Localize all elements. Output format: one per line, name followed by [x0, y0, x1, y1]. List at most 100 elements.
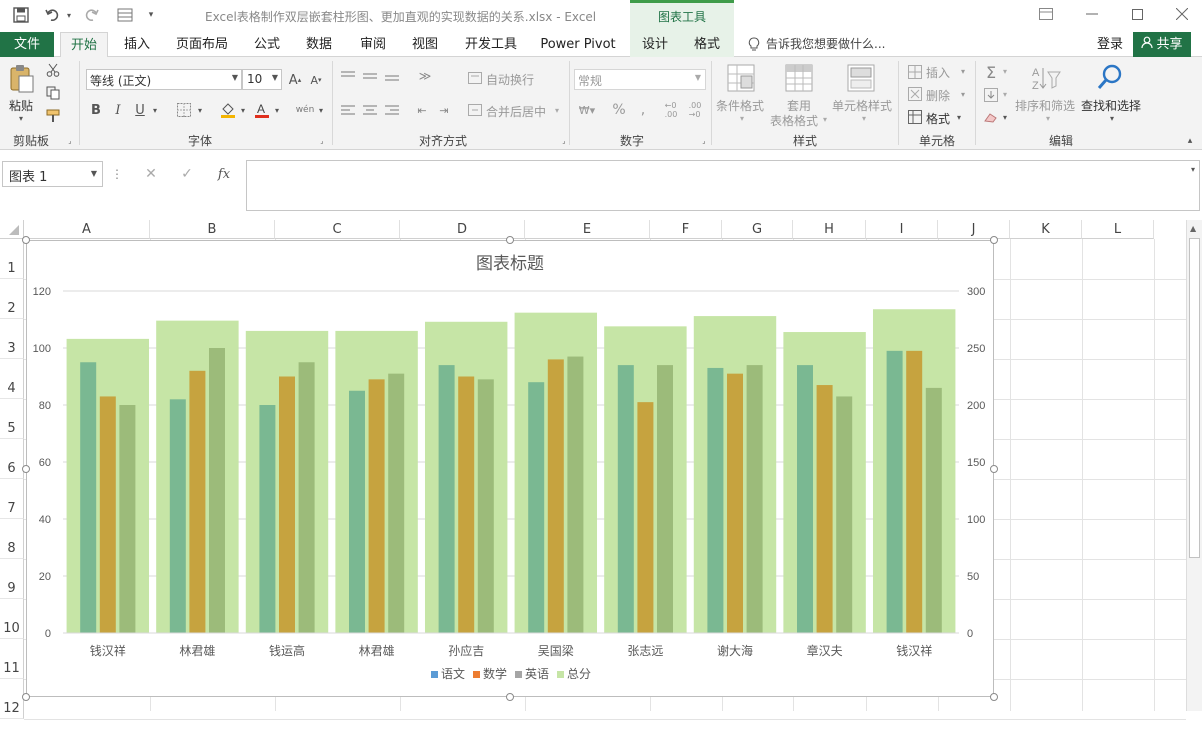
conditional-format-button[interactable]: 条件格式: [716, 97, 764, 114]
search-icon[interactable]: [1094, 61, 1126, 93]
column-header[interactable]: E: [525, 220, 650, 239]
merge-center-button[interactable]: 合并后居中: [486, 103, 546, 120]
delete-cells-button[interactable]: 删除: [926, 87, 950, 104]
row-header[interactable]: 4: [0, 359, 24, 399]
chart-resize-handle[interactable]: [22, 236, 30, 244]
form-icon[interactable]: [114, 4, 136, 26]
align-middle-icon[interactable]: [360, 67, 380, 85]
number-format-select[interactable]: 常规 ▼: [574, 69, 706, 90]
font-name-select[interactable]: 等线 (正文) ▼: [86, 69, 242, 90]
login-link[interactable]: 登录: [1092, 32, 1128, 57]
share-button[interactable]: 共享: [1133, 32, 1191, 57]
vertical-scrollbar[interactable]: ▲: [1186, 220, 1202, 711]
row-header[interactable]: 6: [0, 439, 24, 479]
decrease-indent-icon[interactable]: ⇤: [412, 101, 432, 119]
column-header[interactable]: F: [650, 220, 722, 239]
increase-indent-icon[interactable]: ⇥: [434, 101, 454, 119]
maximize-icon[interactable]: [1127, 5, 1147, 23]
sort-filter-button[interactable]: 排序和筛选: [1015, 97, 1075, 114]
name-box[interactable]: 图表 1 ▼: [2, 161, 103, 187]
clipboard-launcher-icon[interactable]: ⌟: [66, 137, 74, 145]
column-header[interactable]: B: [150, 220, 275, 239]
chart-resize-handle[interactable]: [22, 693, 30, 701]
cut-icon[interactable]: [44, 61, 62, 79]
wrap-text-button[interactable]: 自动换行: [486, 71, 534, 88]
tab-insert[interactable]: 插入: [116, 32, 158, 57]
dropdown-icon[interactable]: ▾: [736, 113, 748, 123]
format-cells-icon[interactable]: [906, 108, 924, 126]
cancel-icon[interactable]: ✕: [140, 164, 162, 184]
align-left-icon[interactable]: [338, 101, 358, 119]
tab-data[interactable]: 数据: [298, 32, 340, 57]
tab-power-pivot[interactable]: Power Pivot: [536, 32, 620, 57]
insert-cells-icon[interactable]: [906, 63, 924, 81]
column-header[interactable]: K: [1010, 220, 1082, 239]
row-header[interactable]: 9: [0, 559, 24, 599]
currency-icon[interactable]: ₩▾: [576, 101, 598, 119]
tab-view[interactable]: 视图: [404, 32, 446, 57]
chart-resize-handle[interactable]: [506, 236, 514, 244]
table-format-icon[interactable]: [784, 63, 814, 93]
dropdown-icon[interactable]: ▾: [958, 88, 968, 100]
number-launcher-icon[interactable]: ⌟: [700, 137, 708, 145]
tab-design[interactable]: 设计: [634, 32, 676, 57]
increase-decimal-icon[interactable]: ←0.00: [660, 101, 682, 119]
conditional-format-icon[interactable]: [726, 63, 756, 93]
border-icon[interactable]: [175, 101, 193, 119]
paste-icon[interactable]: [6, 63, 38, 95]
dropdown-icon[interactable]: ▾: [1042, 113, 1054, 123]
ribbon-display-icon[interactable]: [1036, 5, 1056, 23]
fill-dropdown-icon[interactable]: ▾: [238, 103, 248, 117]
font-size-select[interactable]: 10 ▼: [242, 69, 282, 90]
row-header[interactable]: 5: [0, 399, 24, 439]
dropdown-icon[interactable]: ▾: [1106, 113, 1118, 123]
tab-home[interactable]: 开始: [60, 32, 108, 58]
undo-icon[interactable]: [42, 4, 64, 26]
align-top-icon[interactable]: [338, 67, 358, 85]
copy-icon[interactable]: [44, 84, 62, 102]
row-header[interactable]: 7: [0, 479, 24, 519]
tab-developer[interactable]: 开发工具: [458, 32, 524, 57]
chart-resize-handle[interactable]: [990, 464, 998, 473]
percent-icon[interactable]: %: [610, 101, 628, 119]
row-header[interactable]: 10: [0, 599, 24, 639]
border-dropdown-icon[interactable]: ▾: [195, 103, 205, 117]
chart-resize-handle[interactable]: [990, 693, 998, 701]
collapse-ribbon-icon[interactable]: ▴: [1184, 135, 1196, 147]
font-launcher-icon[interactable]: ⌟: [318, 137, 326, 145]
font-color-icon[interactable]: A: [252, 99, 272, 121]
dropdown-icon[interactable]: ▾: [954, 111, 964, 123]
font-color-dropdown-icon[interactable]: ▾: [272, 103, 282, 117]
chart-resize-handle[interactable]: [506, 693, 514, 701]
insert-function-icon[interactable]: fx: [212, 164, 236, 184]
column-header[interactable]: A: [24, 220, 150, 239]
minimize-icon[interactable]: [1082, 5, 1102, 23]
sort-filter-icon[interactable]: AZ: [1030, 63, 1062, 93]
more-options-icon[interactable]: ⋮: [111, 165, 123, 183]
dropdown-icon[interactable]: ▾: [1000, 88, 1010, 100]
row-header[interactable]: 12: [0, 679, 24, 719]
dropdown-icon[interactable]: ▾: [820, 114, 830, 124]
row-header[interactable]: 1: [0, 239, 24, 279]
undo-dropdown-icon[interactable]: ▾: [64, 6, 74, 24]
paste-button[interactable]: 粘贴: [9, 97, 33, 114]
format-painter-icon[interactable]: [44, 107, 62, 125]
underline-dropdown-icon[interactable]: ▾: [150, 103, 160, 117]
dropdown-icon[interactable]: ▾: [858, 113, 870, 123]
tab-format[interactable]: 格式: [686, 32, 728, 57]
tab-formulas[interactable]: 公式: [246, 32, 288, 57]
align-bottom-icon[interactable]: [382, 67, 402, 85]
tell-me-box[interactable]: 告诉我您想要做什么...: [766, 32, 896, 57]
clear-icon[interactable]: [982, 108, 1000, 126]
column-header[interactable]: G: [722, 220, 793, 239]
alignment-launcher-icon[interactable]: ⌟: [560, 137, 568, 145]
merge-dropdown-icon[interactable]: ▾: [552, 103, 562, 117]
orientation-icon[interactable]: ≫: [414, 67, 436, 85]
bold-button[interactable]: B: [88, 101, 104, 119]
save-icon[interactable]: [10, 4, 32, 26]
row-header[interactable]: 3: [0, 319, 24, 359]
align-center-icon[interactable]: [360, 101, 380, 119]
tab-review[interactable]: 审阅: [352, 32, 394, 57]
scroll-up-icon[interactable]: ▲: [1190, 224, 1196, 233]
decrease-decimal-icon[interactable]: .00 →0: [684, 101, 706, 119]
